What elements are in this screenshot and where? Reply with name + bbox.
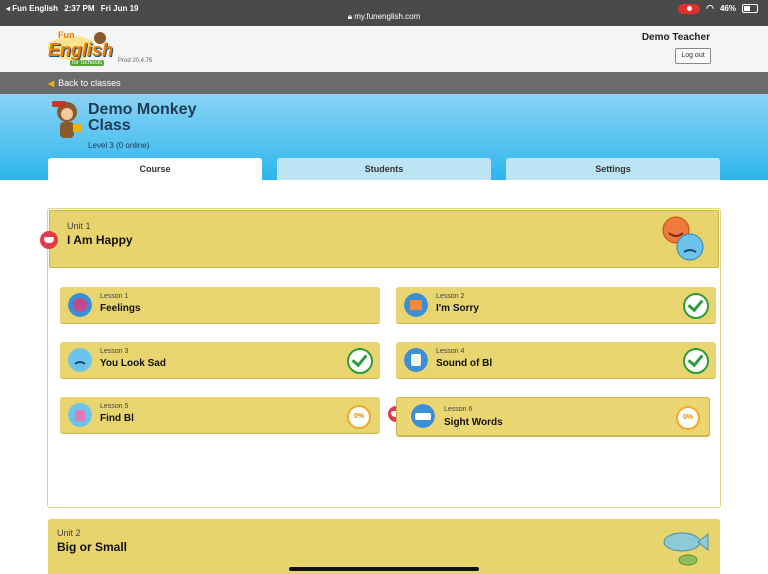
status-right: ◠ 46% [678,3,758,14]
battery-icon [742,4,758,13]
lesson-card-4[interactable]: Lesson 4 Sound of Bl [396,342,716,378]
checkmark-icon [347,348,373,374]
tab-students[interactable]: Students [277,158,491,180]
lesson-title: Sound of Bl [436,358,493,369]
back-arrow-icon: ◀ [48,79,55,88]
user-name: Demo Teacher [641,32,710,43]
battery-percent: 46% [719,4,736,13]
lesson-number: Lesson 2 [436,293,465,300]
logo-text-english: English [48,40,114,60]
sorry-lesson-icon [404,293,428,317]
lesson-number: Lesson 6 [444,406,473,413]
logo-text-fun: Fun [58,30,75,40]
ios-status-bar: ◂ Fun English 2:37 PM Fri Jun 19 🔒︎ my.f… [0,0,768,26]
unit-label: Unit 2 [57,528,81,538]
lesson-title: I'm Sorry [436,303,479,314]
checkmark-icon [683,293,709,319]
tab-course[interactable]: Course [48,158,262,180]
sad-face-lesson-icon [68,348,92,372]
lesson-number: Lesson 5 [100,403,129,410]
back-bar: ◀ Back to classes [0,72,768,94]
lesson-card-2[interactable]: Lesson 2 I'm Sorry [396,287,716,323]
unit-2-header[interactable] [48,519,720,574]
lesson-card-3[interactable]: Lesson 3 You Look Sad [60,342,380,378]
lesson-number: Lesson 1 [100,293,129,300]
class-title: Demo Monkey Class [88,101,197,134]
progress-badge: 0% [676,406,700,430]
url-text: my.funenglish.com [354,12,421,21]
lesson-title: Find Bl [100,413,134,424]
unit-label: Unit 1 [67,221,91,231]
checkmark-icon [683,348,709,374]
back-label: Back to classes [58,78,121,88]
progress-badge: 0% [347,405,371,429]
class-level: Level 3 (0 online) [88,141,150,150]
lesson-card-5[interactable]: Lesson 5 Find Bl 0% [60,397,380,433]
unit-title: Big or Small [57,540,128,554]
back-to-classes-link[interactable]: ◀ Back to classes [48,78,121,88]
fish-icon [663,532,709,566]
logout-button[interactable]: Log out [675,48,711,64]
wifi-icon: ◠ [706,3,714,13]
tab-settings[interactable]: Settings [506,158,720,180]
find-lesson-icon [68,403,92,427]
lesson-card-1[interactable]: Lesson 1 Feelings [60,287,380,323]
feelings-lesson-icon [68,293,92,317]
app-version: Prod 20.4.75 [118,58,153,64]
lesson-title: Sight Words [444,417,503,428]
sight-words-lesson-icon [411,404,435,428]
monkey-mascot-icon [52,101,81,138]
lesson-title: You Look Sad [100,358,166,369]
graduation-cap-icon [40,231,58,249]
sound-lesson-icon [404,348,428,372]
recording-icon [678,3,701,14]
happy-sad-faces-icon [662,216,704,261]
lesson-number: Lesson 4 [436,348,465,355]
address-bar[interactable]: 🔒︎ my.funenglish.com [0,12,768,22]
logo-text-schools: for Schools [70,60,105,66]
home-indicator[interactable] [289,567,479,571]
unit-1-header[interactable] [49,210,719,268]
lesson-title: Feelings [100,303,141,314]
lesson-card-6[interactable]: Lesson 6 Sight Words 0% [396,397,710,436]
unit-title: I Am Happy [67,233,133,247]
lesson-number: Lesson 3 [100,348,129,355]
